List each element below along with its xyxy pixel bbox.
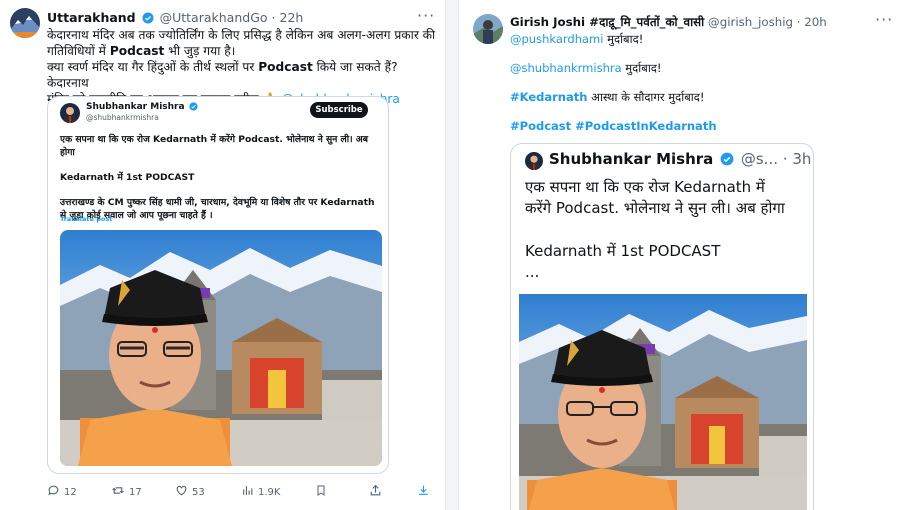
right-tweet: Girish Joshi #दाद़ू_मि_पर्वतों_को_वासी @…	[458, 0, 900, 510]
repost-icon	[111, 484, 125, 500]
views-icon	[241, 484, 254, 500]
quoted-timestamp[interactable]: 3h	[792, 150, 811, 168]
tweet-line: क्या स्वर्ण मंदिर या गैर हिंदुओं के तीर्…	[47, 60, 398, 90]
reply-count: 12	[64, 486, 77, 498]
subscribe-button[interactable]: Subscribe	[310, 102, 368, 118]
tweet-header: Uttarakhand @UttarakhandGo · 22h	[47, 10, 303, 27]
quoted-handle[interactable]: @s...	[741, 150, 778, 168]
download-icon	[417, 484, 430, 500]
girish-avatar[interactable]	[473, 14, 503, 44]
tweet-media-image[interactable]	[60, 230, 382, 466]
verified-icon	[142, 12, 154, 27]
verified-icon	[720, 152, 734, 170]
quoted-author-avatar[interactable]	[525, 152, 543, 170]
quoted-tweet-card[interactable]: Shubhankar Mishra @shubhankrmishra Subsc…	[47, 96, 389, 474]
translate-post-link[interactable]: Translate post	[60, 215, 112, 223]
download-button[interactable]	[417, 484, 430, 500]
bookmark-button[interactable]	[315, 484, 327, 500]
mention-link[interactable]: @pushkardhami	[510, 32, 603, 46]
tweet-line: केदारनाथ मंदिर अब तक ज्योतिर्लिंग के लिए…	[47, 28, 436, 42]
timestamp[interactable]: 22h	[280, 10, 304, 25]
quoted-line: एक सपना था कि एक रोज Kedarnath में	[525, 178, 765, 196]
separator: ·	[796, 15, 801, 29]
heart-icon	[175, 484, 188, 500]
author-handle[interactable]: @girish_joshig	[708, 15, 793, 29]
more-options-icon[interactable]: ···	[875, 10, 893, 29]
quoted-author-name[interactable]: Shubhankar Mishra	[549, 150, 713, 168]
bookmark-icon	[315, 484, 327, 500]
reply-icon	[47, 484, 60, 500]
verified-icon	[189, 102, 199, 114]
quoted-tweet-card[interactable]: Shubhankar Mishra @s... · 3h एक सपना था …	[510, 143, 814, 510]
quoted-handle[interactable]: @shubhankrmishra	[86, 113, 159, 122]
quoted-line: Kedarnath में 1st PODCAST	[525, 242, 721, 260]
hashtag-link[interactable]: #Kedarnath	[510, 90, 587, 104]
share-button[interactable]	[369, 484, 382, 500]
like-count: 53	[192, 486, 205, 498]
separator: ·	[782, 150, 788, 168]
more-options-icon[interactable]: ···	[417, 6, 435, 25]
tweet-media-image[interactable]	[519, 294, 807, 510]
quoted-line: ...	[525, 263, 540, 281]
quoted-line: करेंगे Podcast. भोलेनाथ ने सुन ली। अब हो…	[525, 199, 785, 217]
repost-button[interactable]: 17	[111, 484, 142, 500]
uttarakhand-avatar[interactable]	[10, 8, 40, 38]
tweet-line: @shubhankrmishra मुर्दाबाद!	[510, 61, 662, 75]
author-handle[interactable]: @UttarakhandGo	[160, 10, 268, 25]
author-name[interactable]: Uttarakhand	[47, 10, 136, 25]
reply-button[interactable]: 12	[47, 484, 77, 500]
quoted-header: Shubhankar Mishra @s... · 3h	[549, 150, 811, 170]
quoted-line: उत्तराखण्ड के CM पुष्कर सिंह धामी जी, चा…	[60, 197, 375, 208]
views-button[interactable]: 1.9K	[241, 484, 280, 500]
tweet-line: गतिविधियों में Podcast भी जुड़ गया है।	[47, 44, 236, 58]
author-name[interactable]: Girish Joshi #दाद़ू_मि_पर्वतों_को_वासी	[510, 15, 704, 29]
panel-divider	[446, 0, 458, 510]
quoted-text: एक सपना था कि एक रोज Kedarnath में करेंग…	[60, 133, 382, 222]
views-count: 1.9K	[258, 486, 281, 498]
quoted-line: एक सपना था कि एक रोज Kedarnath में करेंग…	[60, 134, 369, 158]
quoted-author-name[interactable]: Shubhankar Mishra	[86, 102, 185, 112]
mention-link[interactable]: @shubhankrmishra	[510, 61, 622, 75]
tweet-header: Girish Joshi #दाद़ू_मि_पर्वतों_को_वासी @…	[510, 14, 827, 30]
tweet-line: @pushkardhami मुर्दाबाद!	[510, 32, 644, 46]
timestamp[interactable]: 20h	[804, 15, 827, 29]
quoted-text: एक सपना था कि एक रोज Kedarnath में करेंग…	[525, 177, 811, 283]
left-tweet: Uttarakhand @UttarakhandGo · 22h ··· केद…	[0, 0, 446, 510]
tweet-action-bar: 12 17 53 1.9K	[47, 484, 437, 500]
tweet-line: #Kedarnath आस्था के सौदागर मुर्दाबाद!	[510, 90, 705, 104]
hashtag-links[interactable]: #Podcast #PodcastInKedarnath	[510, 119, 717, 134]
tweet-text: केदारनाथ मंदिर अब तक ज्योतिर्लिंग के लिए…	[47, 27, 437, 107]
quoted-line: Kedarnath में 1st PODCAST	[60, 172, 195, 183]
like-button[interactable]: 53	[175, 484, 205, 500]
share-icon	[369, 484, 382, 500]
separator: ·	[271, 10, 276, 25]
quoted-author-avatar[interactable]	[60, 103, 80, 123]
repost-count: 17	[129, 486, 142, 498]
